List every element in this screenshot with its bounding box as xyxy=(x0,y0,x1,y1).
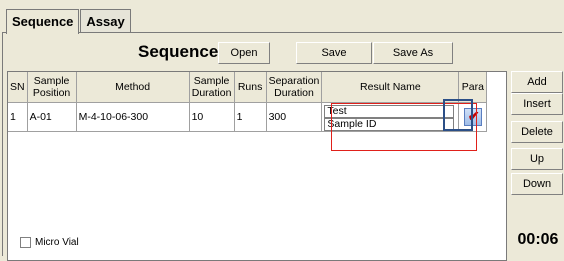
header-result-name: Result Name xyxy=(321,72,460,103)
micro-vial-checkbox[interactable] xyxy=(20,237,31,248)
cell-method[interactable]: M-4-10-06-300 xyxy=(76,102,190,132)
save-button[interactable]: Save xyxy=(296,42,372,64)
elapsed-timer: 00:06 xyxy=(517,231,559,248)
micro-vial-label: Micro Vial xyxy=(35,237,79,248)
header-sample-position: Sample Position xyxy=(27,72,77,103)
cell-sn[interactable]: 1 xyxy=(8,102,28,132)
table-header-row: SN Sample Position Method Sample Duratio… xyxy=(8,72,488,103)
cell-sample-position[interactable]: A-01 xyxy=(27,102,77,132)
header-sn: SN xyxy=(8,72,28,103)
tab-content-frame: Sequence Open Save Save As SN Sample Pos… xyxy=(2,32,563,261)
save-as-button[interactable]: Save As xyxy=(373,42,453,64)
sequence-table-panel: SN Sample Position Method Sample Duratio… xyxy=(7,71,507,261)
header-para: Para xyxy=(458,72,488,103)
header-separation-duration: Separation Duration xyxy=(266,72,323,103)
header-runs: Runs xyxy=(234,72,267,103)
result-name-highlight-blue xyxy=(443,99,473,131)
cell-runs[interactable]: 1 xyxy=(234,102,267,132)
add-button[interactable]: Add xyxy=(511,71,563,93)
cell-separation-duration[interactable]: 300 xyxy=(266,102,323,132)
cell-sample-duration[interactable]: 10 xyxy=(189,102,235,132)
tab-bar: Sequence Assay xyxy=(6,9,131,34)
up-button[interactable]: Up xyxy=(511,148,563,170)
sequence-toolbar: Sequence Open Save Save As xyxy=(3,33,563,64)
down-button[interactable]: Down xyxy=(511,173,563,195)
tab-sequence[interactable]: Sequence xyxy=(6,9,80,34)
sequence-title: Sequence xyxy=(138,42,219,61)
tab-assay[interactable]: Assay xyxy=(80,9,131,32)
header-method: Method xyxy=(76,72,190,103)
delete-button[interactable]: Delete xyxy=(511,121,563,143)
insert-button[interactable]: Insert xyxy=(511,93,563,115)
header-sample-duration: Sample Duration xyxy=(189,72,235,103)
open-button[interactable]: Open xyxy=(218,42,270,64)
micro-vial-option[interactable]: Micro Vial xyxy=(20,237,79,248)
